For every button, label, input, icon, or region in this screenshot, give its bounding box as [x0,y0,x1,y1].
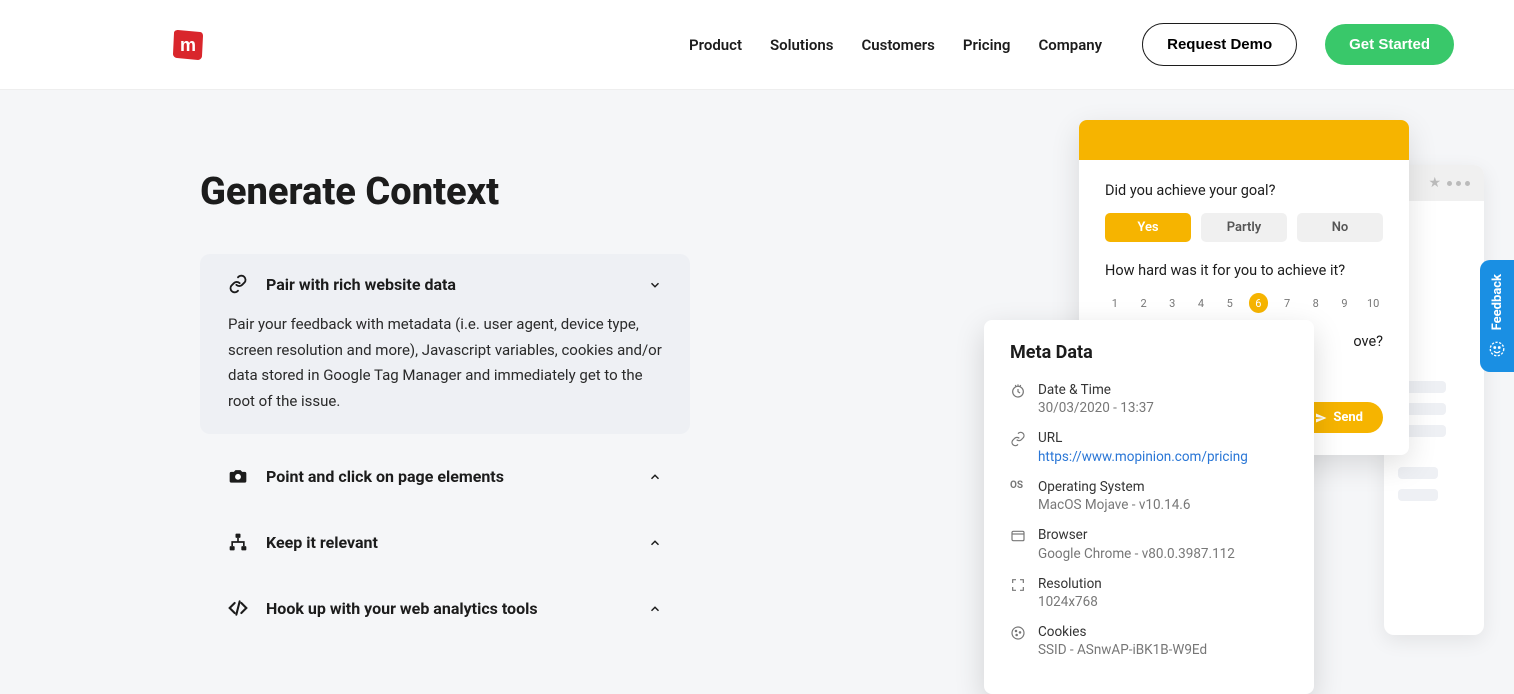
request-demo-button[interactable]: Request Demo [1142,23,1297,66]
main-content: Generate Context Pair with rich website … [0,90,1514,632]
main-nav: Product Solutions Customers Pricing Comp… [689,23,1454,66]
link-icon [228,274,248,294]
nav-product[interactable]: Product [689,36,742,54]
accordion: Pair with rich website data Pair your fe… [200,254,690,632]
site-header: m Product Solutions Customers Pricing Co… [0,0,1514,90]
accordion-title: Pair with rich website data [266,275,630,294]
sitemap-icon [228,532,248,552]
accordion-item-pair-data: Pair with rich website data Pair your fe… [200,254,690,434]
accordion-item-point-click: Point and click on page elements [200,452,690,500]
meta-value: SSID - ASnwAP-iBK1B-W9Ed [1038,641,1207,659]
feedback-tab[interactable]: Feedback [1480,260,1514,372]
smiley-icon [1488,340,1506,358]
chevron-down-icon [648,277,662,291]
accordion-title: Keep it relevant [266,533,630,552]
code-icon [228,598,248,618]
svg-text:m: m [180,35,196,55]
nav-company[interactable]: Company [1038,36,1102,54]
accordion-title: Hook up with your web analytics tools [266,599,630,618]
chevron-up-icon [648,601,662,615]
accordion-header[interactable]: Pair with rich website data [228,274,662,308]
accordion-item-relevant: Keep it relevant [200,518,690,566]
feedback-label: Feedback [1490,274,1505,330]
chevron-up-icon [648,535,662,549]
accordion-title: Point and click on page elements [266,467,630,486]
accordion-body: Pair your feedback with metadata (i.e. u… [228,312,662,414]
nav-solutions[interactable]: Solutions [770,36,833,54]
chevron-up-icon [648,469,662,483]
get-started-button[interactable]: Get Started [1325,24,1454,65]
accordion-item-analytics: Hook up with your web analytics tools [200,584,690,632]
accordion-header[interactable]: Point and click on page elements [228,452,662,500]
page-title: Generate Context [200,170,1514,214]
camera-icon [228,466,248,486]
logo[interactable]: m [170,27,206,63]
nav-customers[interactable]: Customers [861,36,934,54]
accordion-header[interactable]: Keep it relevant [228,518,662,566]
nav-pricing[interactable]: Pricing [963,36,1011,54]
accordion-header[interactable]: Hook up with your web analytics tools [228,584,662,632]
